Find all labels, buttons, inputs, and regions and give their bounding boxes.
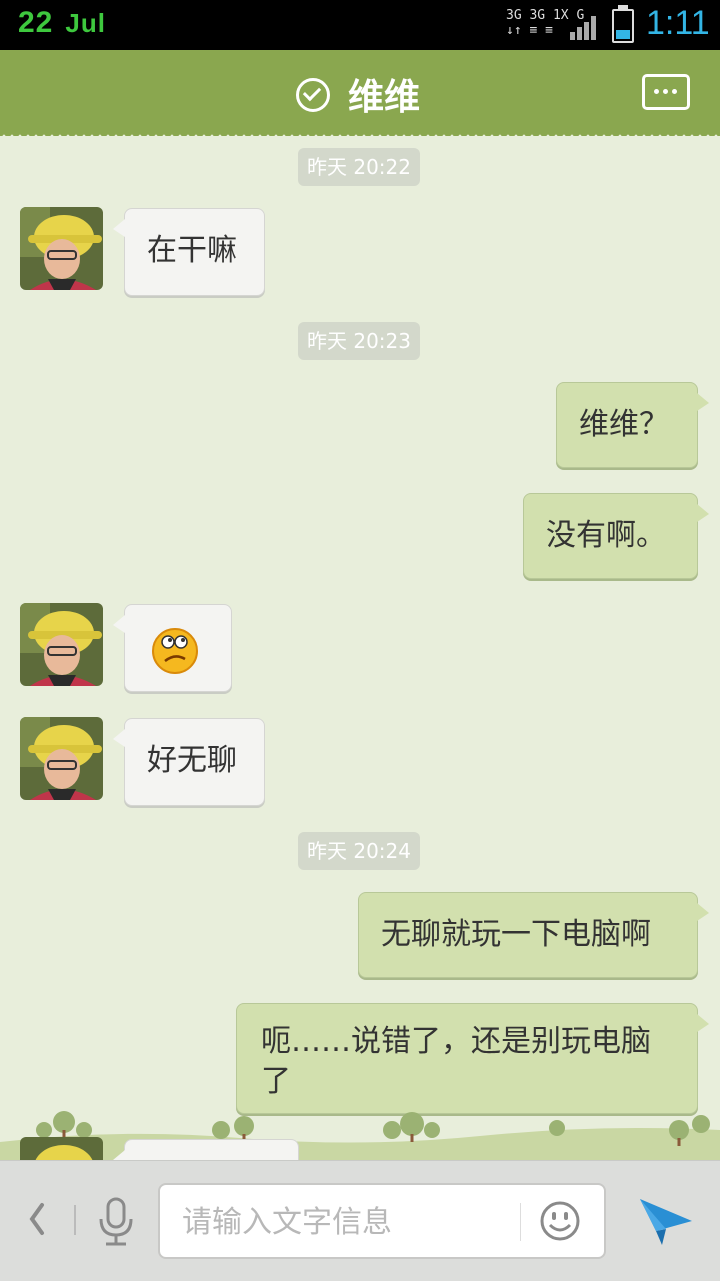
more-dots-icon: [654, 89, 659, 94]
smiley-icon[interactable]: [538, 1199, 582, 1243]
outgoing-message[interactable]: 呃……说错了，还是别玩电脑了: [236, 1003, 709, 1114]
message-input[interactable]: [180, 1199, 504, 1245]
timestamp: 昨天 20:23: [298, 322, 420, 360]
contact-avatar[interactable]: [20, 207, 103, 290]
message-text: 呃……说错了，还是别玩电脑了: [261, 1024, 651, 1099]
chat-header: 维维: [0, 50, 720, 136]
status-date: 22 Jul: [18, 6, 106, 40]
contact-name: 维维: [348, 77, 421, 118]
send-icon[interactable]: [636, 1191, 696, 1251]
signal-icon: [570, 16, 600, 40]
status-time: 1:11: [646, 4, 710, 42]
back-chevron-icon[interactable]: [22, 1197, 52, 1241]
more-options-button[interactable]: [642, 74, 690, 110]
check-circle-icon: [296, 78, 330, 112]
compose-bar: [0, 1160, 720, 1281]
outgoing-message[interactable]: 维维？: [556, 382, 709, 468]
contact-avatar[interactable]: [20, 1137, 103, 1160]
contact-avatar[interactable]: [20, 603, 103, 686]
outgoing-message[interactable]: 没有啊。: [523, 493, 709, 579]
message-text: 在干嘛: [147, 233, 237, 268]
status-month: Jul: [65, 8, 106, 38]
message-text: 无聊就玩一下电脑啊: [381, 917, 651, 952]
divider: [520, 1203, 521, 1241]
message-list[interactable]: 昨天 20:22 在干嘛 昨天 20:23 维维？ 没有啊。 好无聊 昨天 20…: [0, 136, 720, 1160]
battery-icon: [612, 5, 634, 43]
message-text: 好无聊: [147, 743, 237, 778]
timestamp: 昨天 20:22: [298, 148, 420, 186]
status-day: 22: [18, 6, 54, 39]
incoming-message[interactable]: [113, 1139, 299, 1160]
outgoing-message[interactable]: 无聊就玩一下电脑啊: [358, 892, 709, 978]
microphone-icon[interactable]: [96, 1197, 136, 1247]
confused-face-emoji: [152, 628, 198, 674]
incoming-message[interactable]: [113, 604, 232, 692]
status-bar: 22 Jul 3G 3G 1X G ↓↑ ≡ ≡ 1:11: [0, 0, 720, 50]
incoming-message[interactable]: 好无聊: [113, 718, 265, 806]
scenery-decoration: [0, 1111, 720, 1160]
incoming-message[interactable]: 在干嘛: [113, 208, 265, 296]
message-text: 没有啊。: [546, 518, 666, 553]
timestamp: 昨天 20:24: [298, 832, 420, 870]
message-input-box[interactable]: [158, 1183, 606, 1259]
divider: [74, 1205, 76, 1235]
message-text: 维维？: [579, 407, 669, 442]
contact-avatar[interactable]: [20, 717, 103, 800]
